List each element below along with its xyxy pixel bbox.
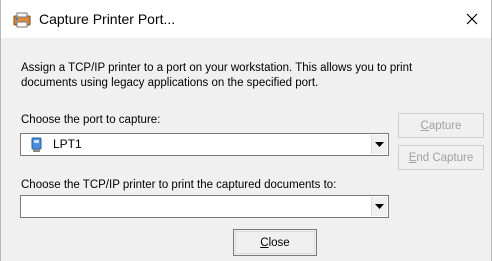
capture-button-mnemonic: C [420,119,429,132]
printer-select[interactable] [20,195,389,218]
close-button[interactable]: Close [233,229,317,256]
close-window-button[interactable] [457,4,487,34]
port-dropdown-button[interactable] [371,135,387,154]
printer-label: Choose the TCP/IP printer to print the c… [21,179,337,191]
port-label: Choose the port to capture: [21,114,161,126]
close-button-label: lose [268,236,290,249]
chevron-down-icon [375,203,384,210]
chevron-down-icon [375,141,384,148]
close-button-mnemonic: C [260,236,269,249]
end-capture-button-mnemonic: E [408,151,417,164]
dialog-description: Assign a TCP/IP printer to a port on you… [21,62,413,89]
port-select[interactable]: LPT1 [20,133,389,156]
printer-dropdown-button[interactable] [371,197,387,216]
port-icon [30,137,44,153]
printer-port-icon [13,12,31,28]
close-icon [466,13,478,25]
title-bar: Capture Printer Port... [1,0,491,38]
window-title: Capture Printer Port... [39,11,176,27]
capture-button[interactable]: Capture [398,113,484,138]
capture-button-label: apture [428,119,462,132]
end-capture-button-label: nd Capture [416,151,474,164]
port-selected-value: LPT1 [53,137,82,151]
end-capture-button[interactable]: End Capture [398,145,484,170]
capture-printer-port-dialog: Capture Printer Port... Assign a TCP/IP … [0,0,492,261]
